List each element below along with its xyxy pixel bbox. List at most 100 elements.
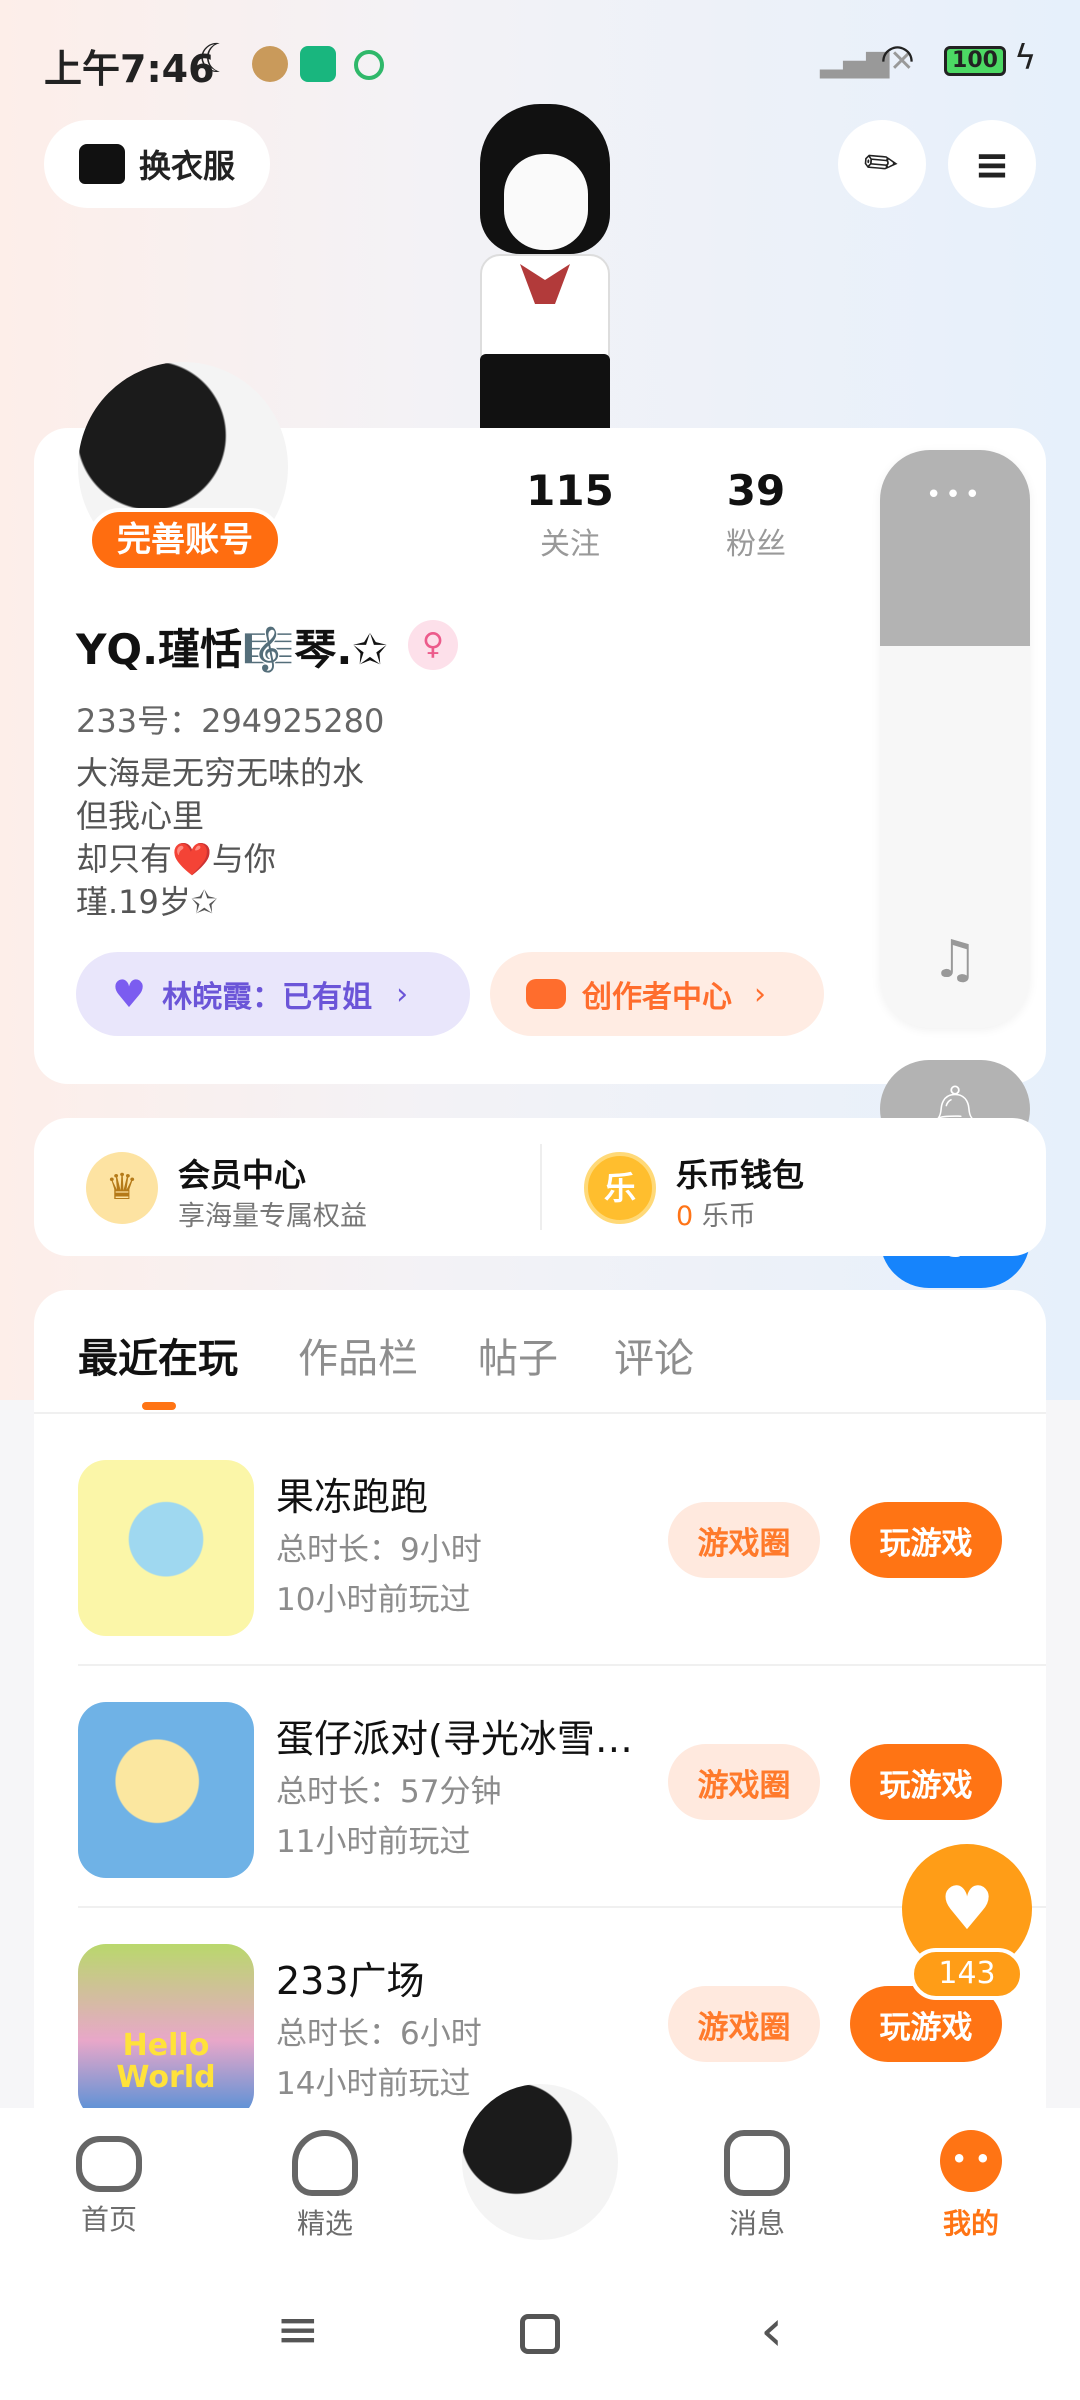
more-icon[interactable]: ••• (880, 480, 1030, 510)
wardrobe-label: 换衣服 (138, 147, 235, 185)
tab-posts[interactable]: 帖子 (478, 1326, 558, 1384)
tab-recently-played[interactable]: 最近在玩 (78, 1326, 238, 1384)
chevron-right-icon: › (396, 976, 409, 1012)
status-bar: 上午7:46 ☾ ▂▄▆✕ ◠ 100 ϟ (0, 30, 1080, 100)
play-game-button[interactable]: 玩游戏 (850, 1744, 1002, 1820)
nav-label: 首页 (80, 2203, 137, 2236)
following-label: 关注 (540, 527, 600, 562)
nav-featured[interactable]: 精选 (260, 2130, 390, 2242)
shield-app-icon (300, 46, 336, 82)
game-title: 233广场 (276, 1959, 425, 2003)
nav-label: 精选 (296, 2207, 353, 2240)
moon-status-icon: ☾ (198, 36, 234, 82)
followers-label: 粉丝 (726, 527, 786, 562)
heart-icon: ♥ (940, 1874, 994, 1944)
shirt-icon (78, 144, 125, 184)
coin-icon: 乐 (584, 1152, 656, 1224)
game-thumbnail (78, 1460, 254, 1636)
heart-outline-icon (292, 2130, 358, 2196)
bio: 大海是无穷无味的水 但我心里 却只有❤️与你 瑾.19岁✩ (76, 752, 364, 924)
game-thumbnail (78, 1702, 254, 1878)
wallet-amount: 0 (676, 1201, 694, 1232)
hamburger-icon: ≡ (974, 139, 1010, 189)
relation-chip[interactable]: ♥ 林皖霞：已有姐 › (76, 952, 470, 1036)
gender-female-icon: ♀ (408, 620, 458, 670)
game-duration: 总时长：57分钟 (276, 1774, 502, 1810)
side-music-panel[interactable]: ••• ♫ (880, 450, 1030, 1028)
game-circle-button[interactable]: 游戏圈 (668, 1986, 820, 2062)
relation-label: 林皖霞：已有姐 (162, 980, 373, 1015)
vip-title: 会员中心 (178, 1156, 307, 1194)
game-title: 蛋仔派对(寻光冰雪… (276, 1717, 633, 1761)
status-time: 上午7:46 (44, 47, 215, 91)
game-art-text: Hello World (116, 2028, 216, 2095)
nickname: YQ.瑾恬🎼琴.✩ (76, 625, 388, 674)
membership-divider (540, 1144, 542, 1230)
game-thumbnail: Hello World (78, 1944, 254, 2120)
nav-center-avatar[interactable] (462, 2084, 618, 2240)
tab-works[interactable]: 作品栏 (298, 1326, 418, 1384)
vip-subtitle: 享海量专属权益 (178, 1201, 367, 1232)
spiral-app-icon (354, 50, 384, 80)
followers-stat[interactable]: 39 粉丝 (706, 466, 806, 563)
music-note-icon[interactable]: ♫ (880, 930, 1030, 990)
game-duration: 总时长：9小时 (276, 1532, 482, 1568)
creator-center-chip[interactable]: 创作者中心 › (490, 952, 824, 1036)
following-stat[interactable]: 115 关注 (520, 466, 620, 563)
chevron-right-icon: › (754, 976, 766, 1012)
system-home-button[interactable] (520, 2314, 560, 2354)
game-last-played: 14小时前玩过 (276, 2066, 471, 2102)
nav-label: 消息 (728, 2207, 785, 2240)
nav-home[interactable]: 首页 (44, 2130, 174, 2238)
game-row-2[interactable]: 蛋仔派对(寻光冰雪… 总时长：57分钟 11小时前玩过 游戏圈 玩游戏 (34, 1682, 1046, 1922)
nav-messages[interactable]: 消息 (692, 2130, 822, 2242)
bio-line: 但我心里 (76, 797, 205, 835)
bio-line: 瑾.19岁✩ (76, 883, 218, 921)
bio-line: 大海是无穷无味的水 (76, 754, 365, 792)
complete-account-badge[interactable]: 完善账号 (88, 508, 282, 572)
row-divider (78, 1906, 1046, 1908)
game-title: 果冻跑跑 (276, 1475, 429, 1519)
game-last-played: 11小时前玩过 (276, 1824, 471, 1860)
system-back-button[interactable]: ‹ (760, 2296, 783, 2364)
wallet-unit: 乐币 (701, 1201, 756, 1232)
wallet-title: 乐币钱包 (676, 1156, 805, 1194)
charging-icon: ϟ (1014, 38, 1037, 78)
bio-line: 却只有❤️与你 (76, 840, 276, 878)
wallet-balance: 0 乐币 (676, 1194, 756, 1233)
face-icon: • • (940, 2130, 1002, 2192)
nav-mine[interactable]: • • 我的 (906, 2130, 1036, 2242)
edit-button[interactable]: ✎ (838, 120, 926, 208)
tabs-divider (34, 1412, 1046, 1414)
chat-icon (724, 2130, 790, 2196)
following-count: 115 (526, 466, 614, 515)
avatar-character[interactable] (440, 104, 640, 434)
user-id[interactable]: 233号：294925280 (76, 696, 384, 742)
tab-active-indicator (142, 1402, 176, 1410)
play-game-button[interactable]: 玩游戏 (850, 1502, 1002, 1578)
like-count: 143 (910, 1948, 1024, 2000)
monkey-app-icon (252, 46, 288, 82)
wifi-icon: ◠ (880, 36, 915, 82)
vip-center[interactable]: ♛ 会员中心 享海量专属权益 (86, 1146, 486, 1234)
wardrobe-button[interactable]: 换衣服 (44, 120, 270, 208)
game-circle-button[interactable]: 游戏圈 (668, 1502, 820, 1578)
creator-label: 创作者中心 (582, 980, 732, 1015)
game-row-1[interactable]: 果冻跑跑 总时长：9小时 10小时前玩过 游戏圈 玩游戏 (34, 1440, 1046, 1680)
game-circle-button[interactable]: 游戏圈 (668, 1744, 820, 1820)
gamepad-icon (76, 2136, 142, 2192)
heart-icon: ♥ (112, 972, 147, 1016)
menu-button[interactable]: ≡ (948, 120, 1036, 208)
followers-count: 39 (726, 466, 786, 515)
coin-wallet[interactable]: 乐 乐币钱包 0 乐币 (584, 1146, 874, 1234)
pencil-icon: ✎ (854, 135, 910, 193)
crown-icon: ♛ (86, 1152, 158, 1224)
battery-icon: 100 (944, 46, 1006, 76)
tab-comments[interactable]: 评论 (614, 1326, 694, 1384)
row-divider (78, 1664, 1046, 1666)
game-last-played: 10小时前玩过 (276, 1582, 471, 1618)
nav-label: 我的 (942, 2207, 999, 2240)
system-menu-button[interactable]: ≡ (276, 2300, 320, 2360)
game-duration: 总时长：6小时 (276, 2016, 482, 2052)
gamepad-icon (526, 979, 566, 1009)
